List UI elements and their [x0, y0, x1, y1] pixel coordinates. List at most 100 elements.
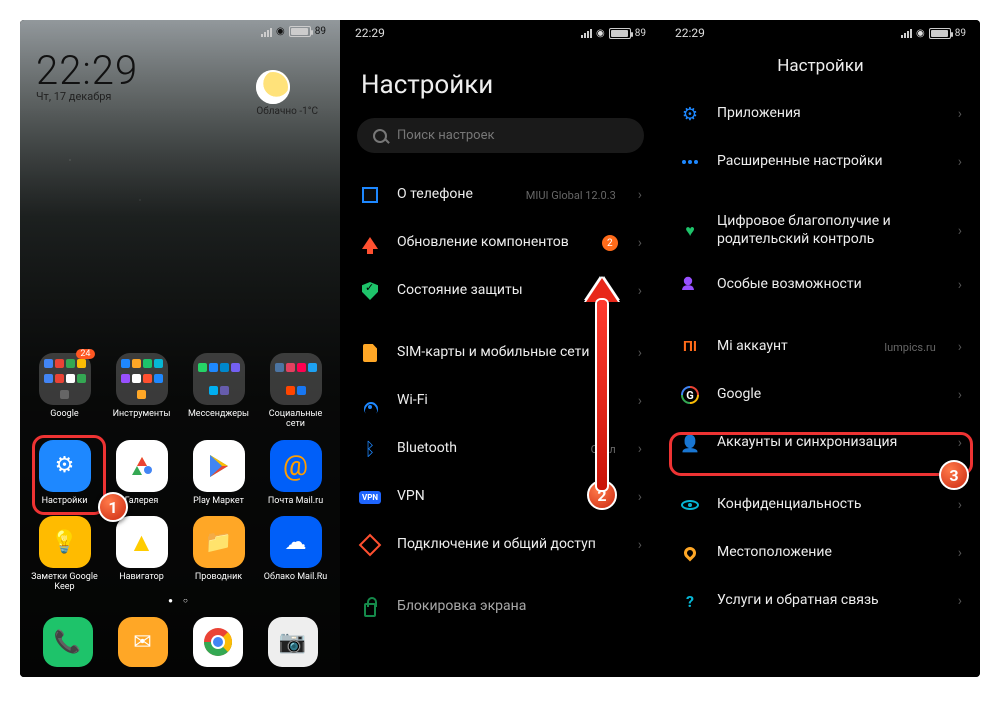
dock-phone[interactable]: 📞 — [43, 617, 93, 667]
status-time: 22:29 — [355, 26, 385, 40]
folder-tools[interactable]: Инструменты — [106, 353, 178, 430]
chevron-right-icon: › — [638, 283, 642, 299]
folder-google[interactable]: 24 Google — [29, 353, 101, 430]
weather-text: Облачно -1°C — [256, 106, 318, 117]
chevron-right-icon: › — [958, 593, 962, 609]
cloud-icon: ☁ — [285, 530, 307, 555]
keep-icon: 💡 — [51, 530, 78, 555]
app-settings[interactable]: ⚙ Настройки — [29, 440, 101, 506]
folder-social[interactable]: Социальные сети — [260, 353, 332, 430]
row-apps[interactable]: ⚙ Приложения › — [661, 90, 980, 138]
update-badge: 2 — [602, 235, 618, 251]
dots-icon — [682, 160, 698, 164]
page-title: Настройки — [341, 42, 660, 114]
user-icon: 👤 — [680, 434, 700, 453]
battery-icon — [929, 28, 951, 39]
app-navigator[interactable]: ▲ Навигатор — [106, 516, 178, 593]
help-icon: ? — [686, 592, 694, 611]
message-icon: ✉ — [133, 630, 151, 655]
marker-2: 2 — [587, 480, 617, 510]
wifi-status-icon: ◉ — [916, 28, 925, 39]
eye-icon — [681, 500, 699, 510]
chevron-right-icon: › — [638, 235, 642, 251]
share-icon — [359, 534, 382, 557]
app-keep[interactable]: 💡 Заметки Google Keep — [29, 516, 101, 593]
row-security-status[interactable]: Состояние защиты › — [341, 267, 660, 315]
page-title: Настройки — [661, 42, 980, 90]
battery-icon — [289, 26, 311, 37]
app-files[interactable]: 📁 Проводник — [183, 516, 255, 593]
search-icon — [373, 129, 387, 143]
chevron-right-icon: › — [958, 545, 962, 561]
vpn-icon: VPN — [359, 491, 381, 504]
status-time: 22:29 — [675, 26, 705, 40]
search-placeholder: Поиск настроек — [397, 128, 495, 143]
weather-widget[interactable]: Облачно -1°C — [256, 70, 318, 117]
row-mi-account[interactable]: ΠΙ Mi аккаунт lumpics.ru › — [661, 323, 980, 371]
phone-settings-scrolled: 22:29 ◉ 89 Настройки ⚙ Приложения › Расш… — [660, 20, 980, 677]
dock-chrome[interactable] — [193, 617, 243, 667]
signal-icon — [581, 28, 592, 38]
marker-1: 1 — [98, 492, 128, 522]
accessibility-icon — [684, 277, 692, 285]
app-play-store[interactable]: Play Маркет — [183, 440, 255, 506]
gear-icon: ⚙ — [682, 104, 698, 125]
battery-pct: 89 — [315, 26, 326, 37]
chevron-right-icon: › — [638, 393, 642, 409]
bluetooth-icon: ᛒ — [365, 439, 376, 460]
pin-icon — [682, 545, 699, 562]
signal-icon — [261, 27, 272, 37]
app-cloud-mailru[interactable]: ☁ Облако Mail.Ru — [260, 516, 332, 593]
dock: 📞 ✉ 📷 — [20, 617, 340, 667]
dock-messages[interactable]: ✉ — [118, 617, 168, 667]
phone-settings-top: 22:29 ◉ 89 Настройки Поиск настроек О те… — [340, 20, 660, 677]
chevron-right-icon: › — [638, 441, 642, 457]
chevron-right-icon: › — [958, 154, 962, 170]
row-feedback[interactable]: ? Услуги и обратная связь › — [661, 577, 980, 625]
row-bluetooth[interactable]: ᛒ Bluetooth Откл › — [341, 425, 660, 473]
chevron-right-icon: › — [958, 339, 962, 355]
row-accounts[interactable]: 👤 Аккаунты и синхронизация › — [661, 419, 980, 467]
chevron-right-icon: › — [638, 187, 642, 203]
battery-pct: 89 — [955, 28, 966, 39]
sim-icon — [363, 344, 377, 362]
row-sim[interactable]: SIM-карты и мобильные сети › — [341, 329, 660, 377]
phone-icon — [362, 187, 378, 203]
app-mailru[interactable]: @ Почта Mail.ru — [260, 440, 332, 506]
gear-icon: ⚙ — [55, 453, 75, 478]
row-google[interactable]: Google › — [661, 371, 980, 419]
chevron-right-icon: › — [958, 497, 962, 513]
wifi-status-icon: ◉ — [276, 26, 285, 37]
battery-icon — [609, 28, 631, 39]
settings-list: О телефоне MIUI Global 12.0.3 › Обновлен… — [341, 171, 660, 641]
signal-icon — [901, 28, 912, 38]
row-wifi[interactable]: Wi-Fi › — [341, 377, 660, 425]
status-bar: 22:29 ◉ 89 — [341, 20, 660, 42]
row-about-phone[interactable]: О телефоне MIUI Global 12.0.3 › — [341, 171, 660, 219]
row-location[interactable]: Местоположение › — [661, 529, 980, 577]
chevron-right-icon: › — [958, 106, 962, 122]
lock-icon — [364, 603, 376, 617]
row-updates[interactable]: Обновление компонентов 2 › — [341, 219, 660, 267]
row-advanced[interactable]: Расширенные настройки › — [661, 138, 980, 186]
camera-icon: 📷 — [279, 630, 306, 655]
chevron-right-icon: › — [958, 223, 962, 239]
marker-3: 3 — [939, 460, 969, 490]
search-input[interactable]: Поиск настроек — [357, 118, 644, 153]
chrome-icon — [203, 627, 233, 657]
row-accessibility[interactable]: Особые возможности › — [661, 261, 980, 309]
row-privacy[interactable]: Конфиденциальность › — [661, 481, 980, 529]
chevron-right-icon: › — [958, 387, 962, 403]
folder-messengers[interactable]: Мессенджеры — [183, 353, 255, 430]
phone-icon: 📞 — [54, 630, 81, 655]
wifi-icon — [361, 394, 379, 408]
phone-home-screen: ◉ 89 22:29 Чт, 17 декабря Облачно -1°C 2… — [20, 20, 340, 677]
weather-icon — [256, 70, 290, 104]
row-wellbeing[interactable]: ♥ Цифровое благополучие и родительский к… — [661, 200, 980, 261]
chevron-right-icon: › — [958, 277, 962, 293]
dock-camera[interactable]: 📷 — [268, 617, 318, 667]
home-app-grid: 24 Google Инструменты — [20, 353, 340, 593]
gallery-icon — [129, 453, 155, 479]
row-lockscreen[interactable]: Блокировка экрана — [341, 583, 660, 631]
row-tethering[interactable]: Подключение и общий доступ › — [341, 521, 660, 569]
